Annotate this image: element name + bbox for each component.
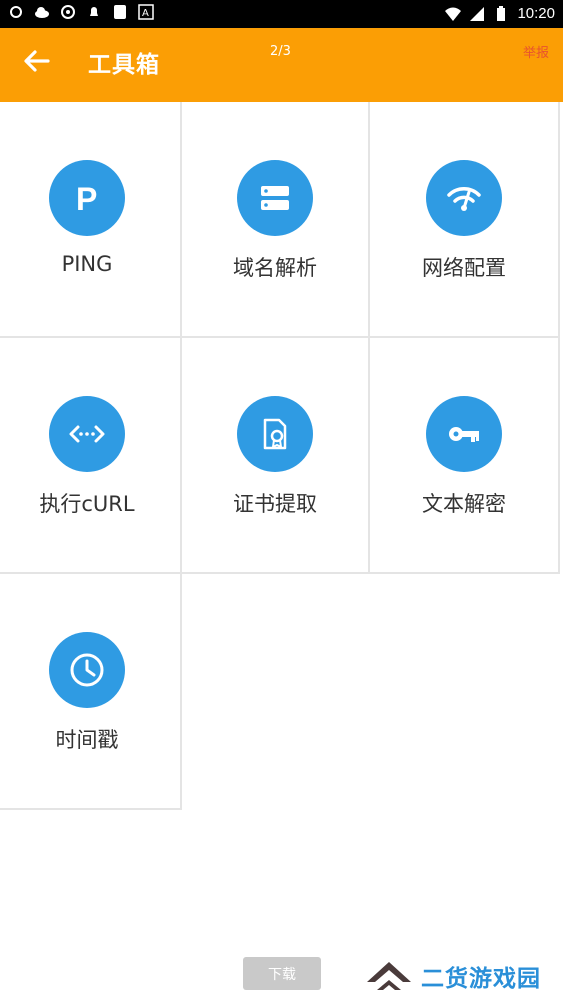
tool-label: 时间戳: [55, 728, 119, 752]
app-square-icon: [114, 5, 126, 19]
tool-curl[interactable]: 执行cURL: [0, 338, 182, 574]
page-title: 工具箱: [88, 52, 160, 78]
server-icon: [237, 160, 313, 236]
page-indicator: 2/3: [270, 44, 291, 59]
notification-icon: [10, 6, 22, 18]
tool-certificate[interactable]: 证书提取: [182, 338, 370, 574]
code-icon: [49, 396, 125, 472]
ping-icon: P: [49, 160, 125, 236]
wifi-signal-icon: [445, 7, 462, 21]
battery-icon: [497, 6, 506, 21]
report-link[interactable]: 举报: [523, 42, 549, 61]
tool-label: PING: [61, 252, 113, 276]
watermark-logo-icon: [367, 962, 411, 990]
tool-text-decrypt[interactable]: 文本解密: [370, 338, 560, 574]
tool-label: 执行cURL: [39, 492, 135, 516]
tool-network-config[interactable]: 网络配置: [370, 102, 560, 338]
watermark-text: 二货游戏园: [421, 966, 541, 992]
svg-text:P: P: [76, 181, 97, 217]
tool-timestamp[interactable]: 时间戳: [0, 574, 182, 810]
tool-label: 网络配置: [422, 256, 506, 280]
status-right-icons: 10:20: [445, 4, 555, 24]
tool-dns[interactable]: 域名解析: [182, 102, 370, 338]
app-bar: 工具箱 2/3 举报: [0, 28, 563, 102]
tool-ping[interactable]: P PING: [0, 102, 182, 338]
status-bar: A 10:20: [0, 0, 563, 28]
cloud-icon: [35, 7, 49, 18]
bell-icon: [90, 7, 98, 16]
watermark: 二货游戏园: [363, 950, 563, 1002]
svg-text:A: A: [142, 8, 149, 19]
clock-icon: [49, 632, 125, 708]
status-left-icons: A: [8, 4, 154, 20]
key-icon: [426, 396, 502, 472]
clock-time: 10:20: [517, 5, 555, 22]
download-button[interactable]: 下载: [243, 957, 321, 990]
cell-signal-icon: [470, 7, 485, 21]
certificate-icon: [237, 396, 313, 472]
font-a-icon: A: [138, 4, 154, 20]
back-arrow-icon[interactable]: [22, 46, 52, 76]
tool-label: 证书提取: [233, 492, 317, 516]
sync-icon: [61, 5, 75, 19]
tool-label: 文本解密: [422, 492, 506, 516]
tool-label: 域名解析: [233, 256, 317, 280]
wifi-icon: [426, 160, 502, 236]
